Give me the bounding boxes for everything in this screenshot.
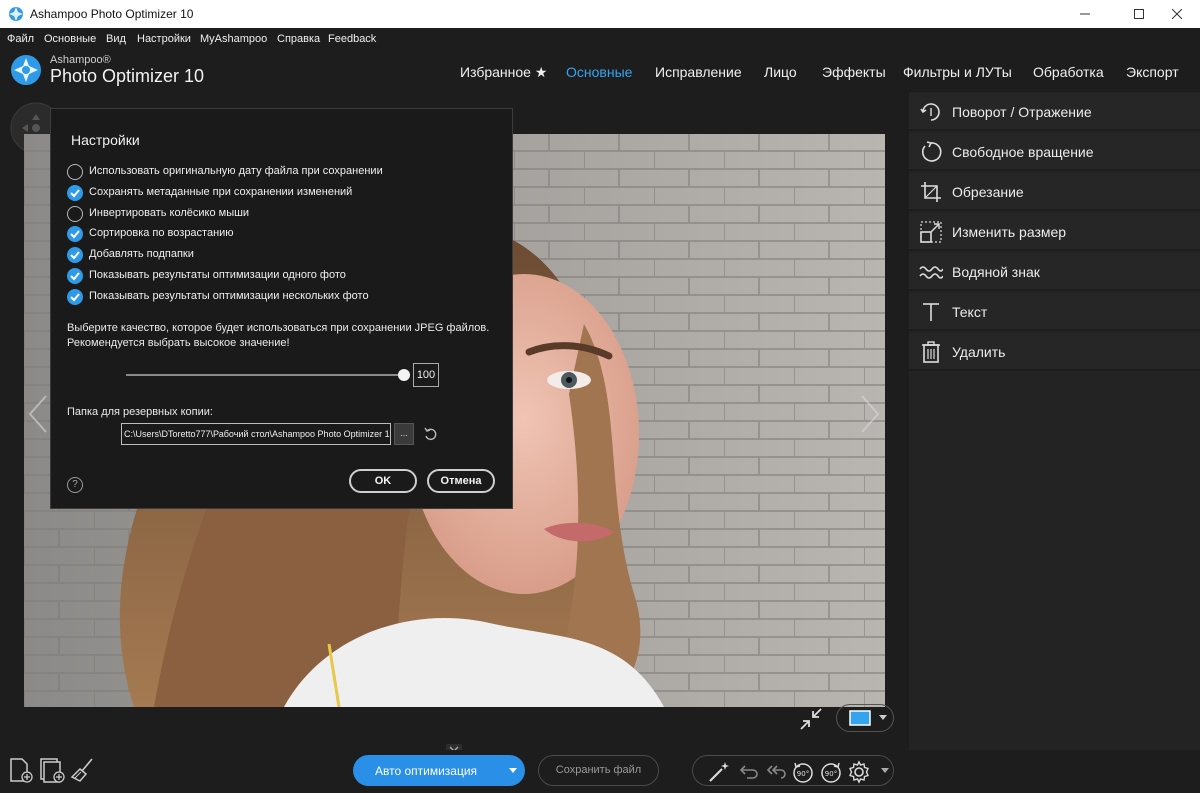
tab-effects[interactable]: Эффекты <box>822 64 886 80</box>
checkmark-icon <box>67 247 83 263</box>
watermark-icon <box>919 266 943 279</box>
quality-slider-thumb[interactable] <box>398 369 410 381</box>
tool-free-rotate[interactable]: Свободное вращение <box>909 133 1200 171</box>
checkmark-icon <box>67 268 83 284</box>
cancel-button[interactable]: Отмена <box>427 469 495 493</box>
browse-button[interactable]: ... <box>394 423 414 445</box>
dialog-title: Настройки <box>71 132 140 148</box>
window-title: Ashampoo Photo Optimizer 10 <box>30 7 194 21</box>
radio-off-icon <box>67 206 83 222</box>
tab-filters-luts[interactable]: Фильтры и ЛУТы <box>903 64 1012 80</box>
app-logo-icon <box>9 7 23 21</box>
ashampoo-logo-icon <box>11 55 41 85</box>
minimize-button[interactable] <box>1062 0 1108 28</box>
bottom-toolbar: Авто оптимизация Сохранить файл 90° 90° <box>0 750 1200 793</box>
add-folder-icon[interactable] <box>39 757 65 783</box>
help-icon[interactable]: ? <box>67 477 83 493</box>
quality-slider-track[interactable] <box>126 374 404 376</box>
tool-crop[interactable]: Обрезание <box>909 173 1200 211</box>
previous-image-icon[interactable] <box>26 394 50 434</box>
maximize-icon <box>1134 9 1144 19</box>
close-icon <box>1172 9 1182 19</box>
svg-text:90°: 90° <box>825 770 837 778</box>
tool-text[interactable]: Текст <box>909 293 1200 331</box>
checkmark-icon <box>67 185 83 201</box>
chevron-down-icon[interactable] <box>509 768 517 773</box>
text-icon <box>923 303 939 321</box>
fit-to-screen-icon[interactable] <box>798 706 824 732</box>
menu-settings[interactable]: Настройки <box>137 33 191 45</box>
save-file-button[interactable]: Сохранить файл <box>538 755 659 786</box>
menu-basic[interactable]: Основные <box>44 33 96 45</box>
tool-rotate-flip[interactable]: Поворот / Отражение <box>909 93 1200 131</box>
trash-icon <box>922 341 940 363</box>
checkmark-icon <box>67 289 83 305</box>
tab-basic[interactable]: Основные <box>566 64 632 80</box>
undo-all-icon[interactable] <box>763 760 787 784</box>
single-view-icon <box>849 710 871 726</box>
tab-correction[interactable]: Исправление <box>655 64 742 80</box>
clear-list-broom-icon[interactable] <box>70 757 96 783</box>
chevron-down-icon <box>879 715 887 720</box>
view-mode-selector[interactable] <box>836 704 894 732</box>
rotate-right-90-icon[interactable]: 90° <box>819 760 843 784</box>
crop-icon <box>921 182 941 202</box>
menu-myashampoo[interactable]: MyAshampoo <box>200 33 267 45</box>
reset-path-icon[interactable] <box>423 426 439 442</box>
menu-help[interactable]: Справка <box>277 33 320 45</box>
menu-view[interactable]: Вид <box>106 33 126 45</box>
radio-off-icon <box>67 164 83 180</box>
checkmark-icon <box>67 226 83 242</box>
ok-button[interactable]: OK <box>349 469 417 493</box>
app-header: Ashampoo® Photo Optimizer 10 Избранное ★… <box>0 52 1200 94</box>
next-image-icon[interactable] <box>858 394 882 434</box>
tool-resize[interactable]: Изменить размер <box>909 213 1200 251</box>
resize-icon <box>920 221 942 243</box>
tab-favorites[interactable]: Избранное ★ <box>460 64 547 81</box>
menu-file[interactable]: Файл <box>7 33 34 45</box>
settings-dialog: Настройки Использовать оригинальную дату… <box>50 108 513 509</box>
menu-feedback[interactable]: Feedback <box>328 33 376 45</box>
gear-icon[interactable] <box>847 760 871 784</box>
tab-processing[interactable]: Обработка <box>1033 64 1104 80</box>
close-button[interactable] <box>1154 0 1200 28</box>
rotate-flip-icon <box>920 103 940 121</box>
title-bar: Ashampoo Photo Optimizer 10 <box>0 0 1200 28</box>
chevron-down-icon[interactable] <box>881 768 889 774</box>
auto-optimize-button[interactable]: Авто оптимизация <box>353 755 525 786</box>
add-file-icon[interactable] <box>8 757 34 783</box>
backup-folder-input[interactable]: C:\Users\DToretto777\Рабочий стол\Ashamp… <box>121 423 391 445</box>
undo-icon[interactable] <box>735 760 759 784</box>
logo-brand: Ashampoo® <box>50 54 111 66</box>
tab-export[interactable]: Экспорт <box>1126 64 1179 80</box>
tab-face[interactable]: Лицо <box>764 64 797 80</box>
quality-recommendation: Рекомендуется выбрать высокое значение! <box>67 337 290 349</box>
tool-watermark[interactable]: Водяной знак <box>909 253 1200 291</box>
logo-product: Photo Optimizer 10 <box>50 66 205 86</box>
menu-bar: Файл Основные Вид Настройки MyAshampoo С… <box>0 28 1200 52</box>
rotate-left-90-icon[interactable]: 90° <box>791 760 815 784</box>
minimize-icon <box>1080 13 1090 15</box>
tool-delete[interactable]: Удалить <box>909 333 1200 371</box>
edit-actions-group: 90° 90° <box>692 755 894 786</box>
quality-note: Выберите качество, которое будет использ… <box>67 322 490 334</box>
quality-value[interactable]: 100 <box>413 363 439 387</box>
svg-text:90°: 90° <box>797 770 809 778</box>
magic-wand-icon[interactable] <box>707 760 731 784</box>
backup-folder-label: Папка для резервных копии: <box>67 406 213 418</box>
free-rotate-icon <box>921 141 942 162</box>
tools-panel: Поворот / Отражение Свободное вращение О… <box>909 92 1200 750</box>
